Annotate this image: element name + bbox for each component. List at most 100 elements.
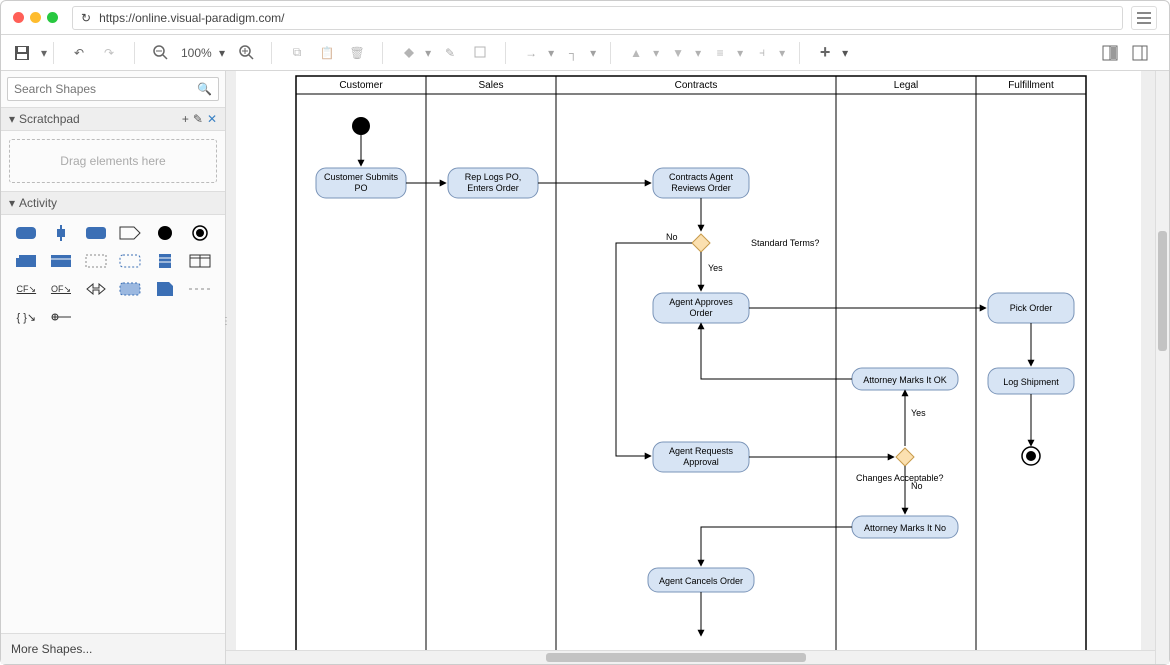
svg-text:Agent Approves: Agent Approves <box>669 297 733 307</box>
svg-text:Approval: Approval <box>683 457 719 467</box>
connector-ortho[interactable]: ┐ <box>560 40 586 66</box>
zoom-level[interactable]: 100% ▾ <box>177 46 229 60</box>
svg-text:Reviews Order: Reviews Order <box>671 183 731 193</box>
activity-submit-po[interactable]: Customer Submits PO <box>316 168 406 198</box>
svg-text:PO: PO <box>354 183 367 193</box>
pal-accept[interactable] <box>119 225 141 241</box>
save-button[interactable] <box>9 40 35 66</box>
pal-datastore[interactable] <box>50 253 72 269</box>
svg-text:Attorney Marks It OK: Attorney Marks It OK <box>863 375 947 385</box>
more-shapes[interactable]: More Shapes... <box>1 633 225 664</box>
pal-dash[interactable] <box>189 281 211 297</box>
svg-text:Contracts Agent: Contracts Agent <box>669 172 734 182</box>
activity-cancel-order[interactable]: Agent Cancels Order <box>648 568 754 592</box>
toolbar: ▾ ↶ ↷ 100% ▾ ⧉ 📋 🗑 ▾ ✎ → ▾ ┐ ▾ ▲▾ ▼▾ ≡▾ … <box>1 35 1169 71</box>
reload-icon[interactable]: ↻ <box>81 11 91 25</box>
pal-region[interactable] <box>85 253 107 269</box>
svg-text:Enters Order: Enters Order <box>467 183 519 193</box>
close-icon[interactable]: ✕ <box>207 112 217 126</box>
activity-attorney-ok[interactable]: Attorney Marks It OK <box>852 368 958 390</box>
zoom-in-button[interactable] <box>233 40 259 66</box>
horizontal-scrollbar[interactable] <box>226 650 1155 664</box>
svg-text:Order: Order <box>689 308 712 318</box>
add-icon[interactable]: + <box>182 112 189 126</box>
paste-button[interactable]: 📋 <box>314 40 340 66</box>
scratchpad-dropzone[interactable]: Drag elements here <box>9 139 217 183</box>
outline-panel-toggle[interactable] <box>1127 40 1153 66</box>
pal-object[interactable] <box>15 253 37 269</box>
activity-rep-logs[interactable]: Rep Logs PO, Enters Order <box>448 168 538 198</box>
shape-search[interactable]: 🔍 <box>7 77 219 101</box>
label-no2: No <box>911 481 923 491</box>
pal-of[interactable]: OF↘ <box>50 281 72 297</box>
pal-pin[interactable] <box>50 309 72 325</box>
pal-action[interactable] <box>119 281 141 297</box>
stroke-button[interactable]: ✎ <box>437 40 463 66</box>
lane-contracts[interactable]: Contracts <box>675 80 718 91</box>
pal-activity[interactable] <box>15 225 37 241</box>
close-window[interactable] <box>13 12 24 23</box>
sidebar-splitter[interactable]: ⋮ <box>223 301 229 341</box>
zoom-out-button[interactable] <box>147 40 173 66</box>
delete-button[interactable]: 🗑 <box>344 40 370 66</box>
activity-header[interactable]: ▾Activity <box>1 191 225 215</box>
pal-buffer[interactable] <box>154 253 176 269</box>
svg-text:Attorney Marks It No: Attorney Marks It No <box>864 523 946 533</box>
activity-approve-order[interactable]: Agent Approves Order <box>653 293 749 323</box>
pal-swimlane[interactable] <box>189 253 211 269</box>
save-caret[interactable]: ▾ <box>39 40 49 66</box>
fill-button[interactable] <box>395 40 421 66</box>
redo-button[interactable]: ↷ <box>96 40 122 66</box>
activity-log-shipment[interactable]: Log Shipment <box>988 368 1074 394</box>
pal-final[interactable] <box>189 225 211 241</box>
maximize-window[interactable] <box>47 12 58 23</box>
lane-customer[interactable]: Customer <box>339 80 383 91</box>
label-standard-terms: Standard Terms? <box>751 238 819 248</box>
final-node[interactable] <box>1022 447 1040 465</box>
pal-partition-v[interactable] <box>50 225 72 241</box>
edit-icon[interactable]: ✎ <box>193 112 203 126</box>
pal-note[interactable] <box>154 281 176 297</box>
activity-pick-order[interactable]: Pick Order <box>988 293 1074 323</box>
label-yes2: Yes <box>911 408 926 418</box>
to-back[interactable]: ▼ <box>665 40 691 66</box>
distribute[interactable]: ⫞ <box>749 40 775 66</box>
pal-constraint[interactable]: { }↘ <box>15 309 37 325</box>
minimize-window[interactable] <box>30 12 41 23</box>
titlebar: ↻ https://online.visual-paradigm.com/ <box>1 1 1169 35</box>
pal-activity2[interactable] <box>85 225 107 241</box>
scratchpad-header[interactable]: ▾Scratchpad + ✎ ✕ <box>1 107 225 131</box>
activity-attorney-no[interactable]: Attorney Marks It No <box>852 516 958 538</box>
svg-text:Customer Submits: Customer Submits <box>324 172 399 182</box>
align[interactable]: ≡ <box>707 40 733 66</box>
svg-text:Agent Cancels Order: Agent Cancels Order <box>659 576 743 586</box>
to-front[interactable]: ▲ <box>623 40 649 66</box>
vertical-scrollbar[interactable] <box>1155 71 1169 664</box>
search-icon[interactable]: 🔍 <box>197 82 212 96</box>
pal-initial[interactable] <box>154 225 176 241</box>
lane-fulfillment[interactable]: Fulfillment <box>1008 80 1054 91</box>
lane-legal[interactable]: Legal <box>894 80 918 91</box>
format-panel-toggle[interactable] <box>1097 40 1123 66</box>
activity-review-order[interactable]: Contracts Agent Reviews Order <box>653 168 749 198</box>
diagram[interactable]: Customer Sales Contracts Legal Fulfillme… <box>226 71 1156 664</box>
connector-straight[interactable]: → <box>518 40 544 66</box>
pal-cf[interactable]: CF↘ <box>15 281 37 297</box>
copy-button[interactable]: ⧉ <box>284 40 310 66</box>
label-changes: Changes Acceptable? <box>856 473 944 483</box>
address-bar[interactable]: ↻ https://online.visual-paradigm.com/ <box>72 6 1123 30</box>
undo-button[interactable]: ↶ <box>66 40 92 66</box>
menu-button[interactable] <box>1131 6 1157 30</box>
canvas-wrap: Customer Sales Contracts Legal Fulfillme… <box>226 71 1169 664</box>
canvas[interactable]: Customer Sales Contracts Legal Fulfillme… <box>226 71 1169 664</box>
pal-exception[interactable] <box>85 281 107 297</box>
initial-node[interactable] <box>352 117 370 135</box>
svg-text:Log Shipment: Log Shipment <box>1003 377 1059 387</box>
insert-button[interactable]: + <box>812 40 838 66</box>
activity-request-approval[interactable]: Agent Requests Approval <box>653 442 749 472</box>
shadow-button[interactable] <box>467 40 493 66</box>
shape-palette: CF↘ OF↘ { }↘ <box>1 215 225 335</box>
search-input[interactable] <box>14 82 197 96</box>
pal-interrupt[interactable] <box>119 253 141 269</box>
lane-sales[interactable]: Sales <box>478 80 503 91</box>
